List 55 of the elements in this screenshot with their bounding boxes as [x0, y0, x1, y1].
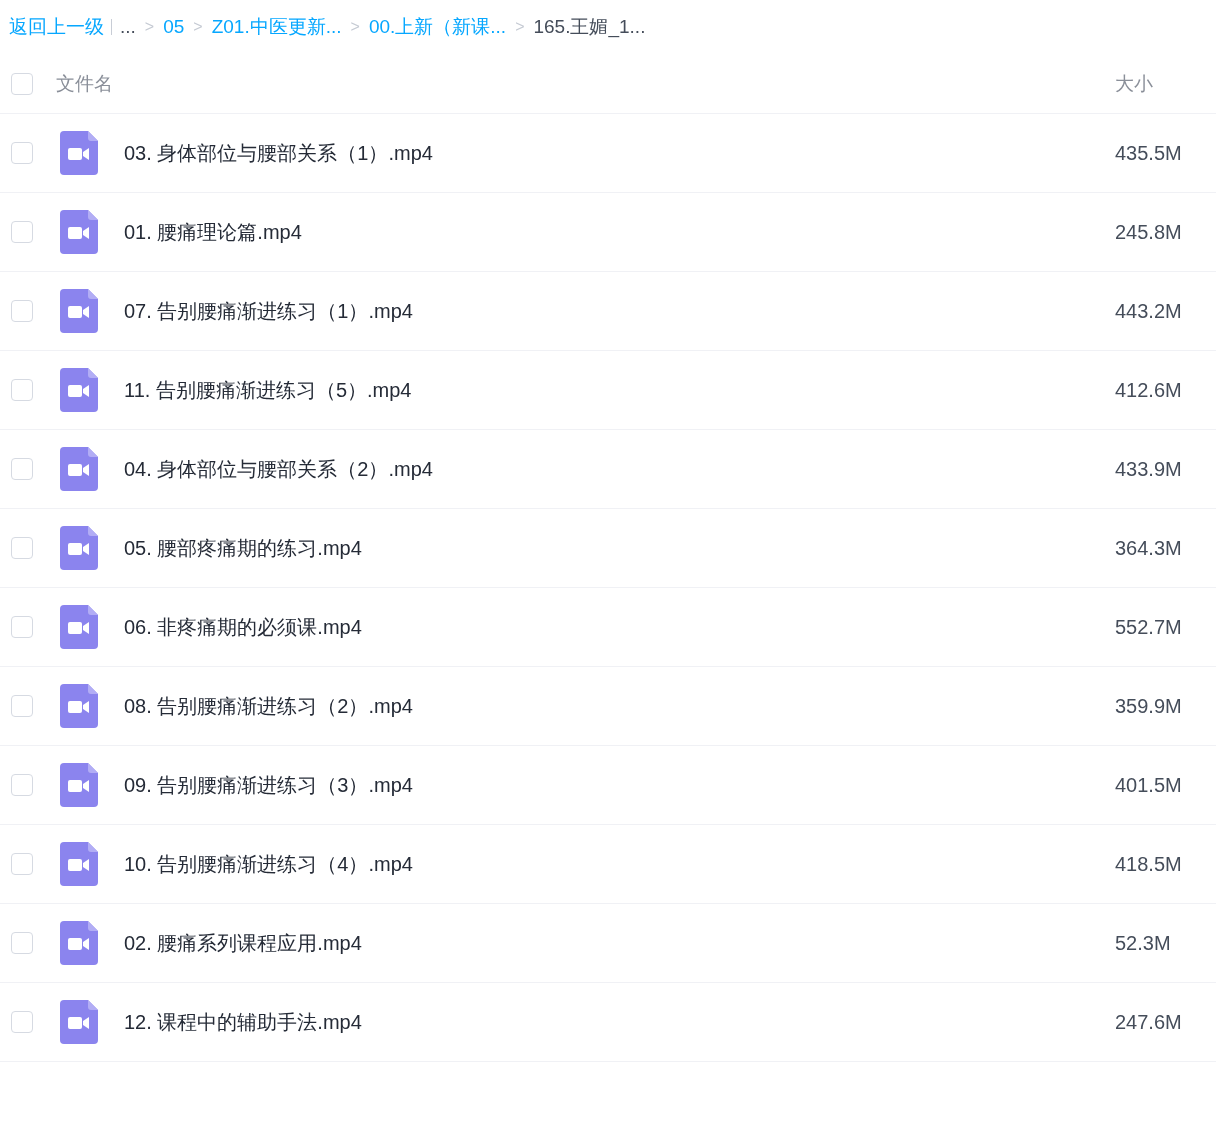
row-checkbox[interactable] [11, 379, 33, 401]
file-size: 418.5M [1115, 852, 1183, 876]
video-file-icon [60, 526, 98, 570]
row-checkbox[interactable] [11, 221, 33, 243]
file-size: 52.3M [1115, 931, 1172, 955]
file-size: 359.9M [1115, 694, 1183, 718]
breadcrumb-text: ... [120, 16, 136, 38]
row-checkbox[interactable] [11, 537, 33, 559]
row-checkbox[interactable] [11, 458, 33, 480]
breadcrumb-separator: > [193, 18, 203, 36]
row-checkbox[interactable] [11, 695, 33, 717]
video-file-icon [60, 289, 98, 333]
file-size: 443.2M [1115, 299, 1183, 323]
file-name[interactable]: 01. 腰痛理论篇.mp4 [124, 218, 1115, 246]
file-name[interactable]: 08. 告别腰痛渐进练习（2）.mp4 [124, 692, 1115, 720]
video-file-icon [60, 1000, 98, 1044]
row-checkbox[interactable] [11, 300, 33, 322]
video-file-icon [60, 684, 98, 728]
video-file-icon [60, 447, 98, 491]
row-checkbox[interactable] [11, 932, 33, 954]
row-checkbox[interactable] [11, 853, 33, 875]
file-name[interactable]: 06. 非疼痛期的必须课.mp4 [124, 613, 1115, 641]
breadcrumb-separator: > [350, 18, 360, 36]
file-name[interactable]: 09. 告别腰痛渐进练习（3）.mp4 [124, 771, 1115, 799]
file-size: 401.5M [1115, 773, 1183, 797]
video-file-icon [60, 921, 98, 965]
file-size: 552.7M [1115, 615, 1183, 639]
file-name[interactable]: 03. 身体部位与腰部关系（1）.mp4 [124, 139, 1115, 167]
file-name[interactable]: 04. 身体部位与腰部关系（2）.mp4 [124, 455, 1115, 483]
video-file-icon [60, 842, 98, 886]
file-name[interactable]: 12. 课程中的辅助手法.mp4 [124, 1008, 1115, 1036]
breadcrumb-separator: > [515, 18, 525, 36]
file-size: 245.8M [1115, 220, 1183, 244]
file-name[interactable]: 05. 腰部疼痛期的练习.mp4 [124, 534, 1115, 562]
file-name[interactable]: 11. 告别腰痛渐进练习（5）.mp4 [124, 376, 1115, 404]
file-size: 435.5M [1115, 141, 1183, 165]
breadcrumb-text: 165.王媚_1... [533, 15, 646, 40]
file-size: 247.6M [1115, 1010, 1183, 1034]
video-file-icon [60, 131, 98, 175]
row-checkbox[interactable] [11, 1011, 33, 1033]
file-name[interactable]: 07. 告别腰痛渐进练习（1）.mp4 [124, 297, 1115, 325]
video-file-icon [60, 368, 98, 412]
select-all-checkbox[interactable] [11, 72, 33, 95]
row-checkbox[interactable] [11, 616, 33, 638]
file-name[interactable]: 10. 告别腰痛渐进练习（4）.mp4 [124, 850, 1115, 878]
breadcrumb-separator: > [144, 18, 155, 36]
file-name[interactable]: 02. 腰痛系列课程应用.mp4 [124, 929, 1115, 957]
file-size: 433.9M [1115, 457, 1183, 481]
file-size: 412.6M [1115, 378, 1183, 402]
row-checkbox[interactable] [11, 142, 33, 164]
row-checkbox[interactable] [11, 774, 33, 796]
video-file-icon [60, 605, 98, 649]
video-file-icon [60, 210, 98, 254]
file-size: 364.3M [1115, 536, 1183, 560]
video-file-icon [60, 763, 98, 807]
